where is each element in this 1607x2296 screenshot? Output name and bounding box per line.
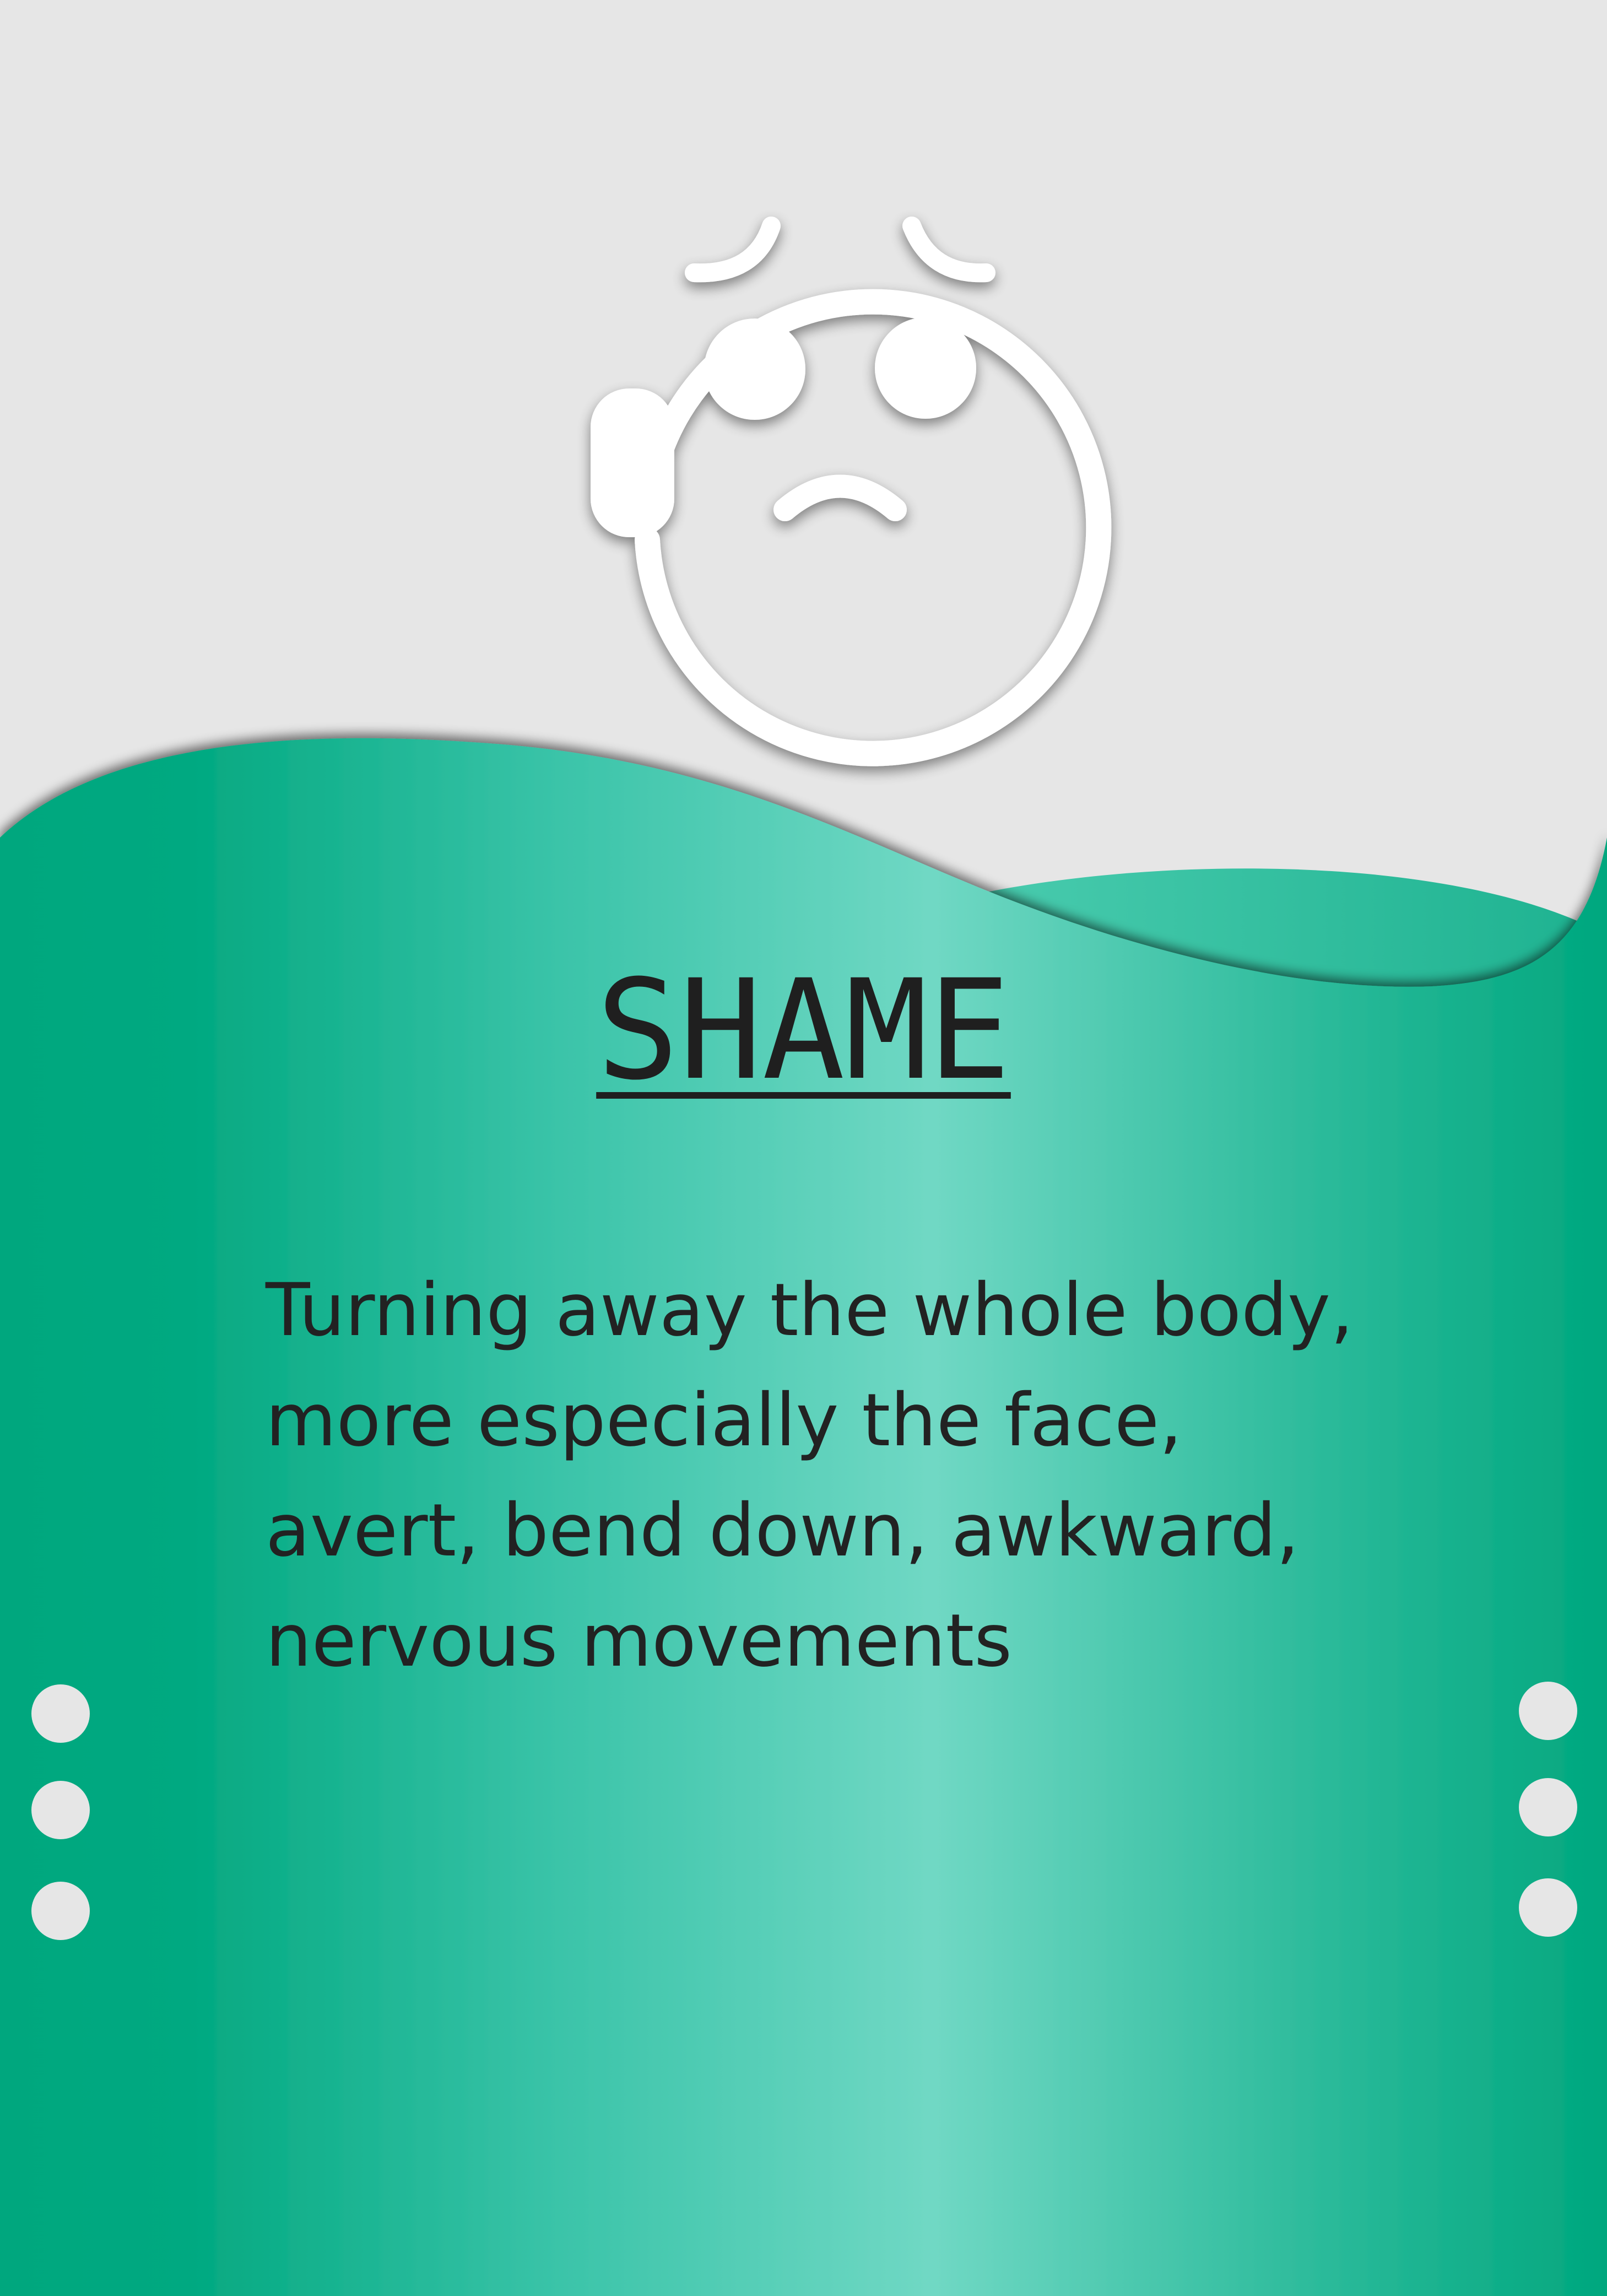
emotion-title: SHAME bbox=[596, 950, 1011, 1110]
description-line: nervous movements bbox=[266, 1598, 1013, 1683]
left-dot-3 bbox=[31, 1882, 90, 1940]
right-dot-1 bbox=[1519, 1682, 1577, 1740]
emotion-description: Turning away the whole body, more especi… bbox=[266, 1255, 1367, 1696]
description-line: Turning away the whole body, bbox=[266, 1268, 1354, 1353]
right-dot-3 bbox=[1519, 1878, 1577, 1937]
left-dot-2 bbox=[31, 1781, 90, 1839]
anxious-face-with-headset-icon bbox=[591, 217, 1112, 766]
description-line: more especially the face, bbox=[266, 1378, 1183, 1463]
right-dot-2 bbox=[1519, 1778, 1577, 1836]
card-background bbox=[0, 217, 1607, 2296]
description-line: avert, bend down, awkward, bbox=[266, 1488, 1300, 1573]
left-dot-1 bbox=[31, 1684, 90, 1743]
emotion-card: SHAME Turning away the whole body, more … bbox=[0, 0, 1607, 2296]
